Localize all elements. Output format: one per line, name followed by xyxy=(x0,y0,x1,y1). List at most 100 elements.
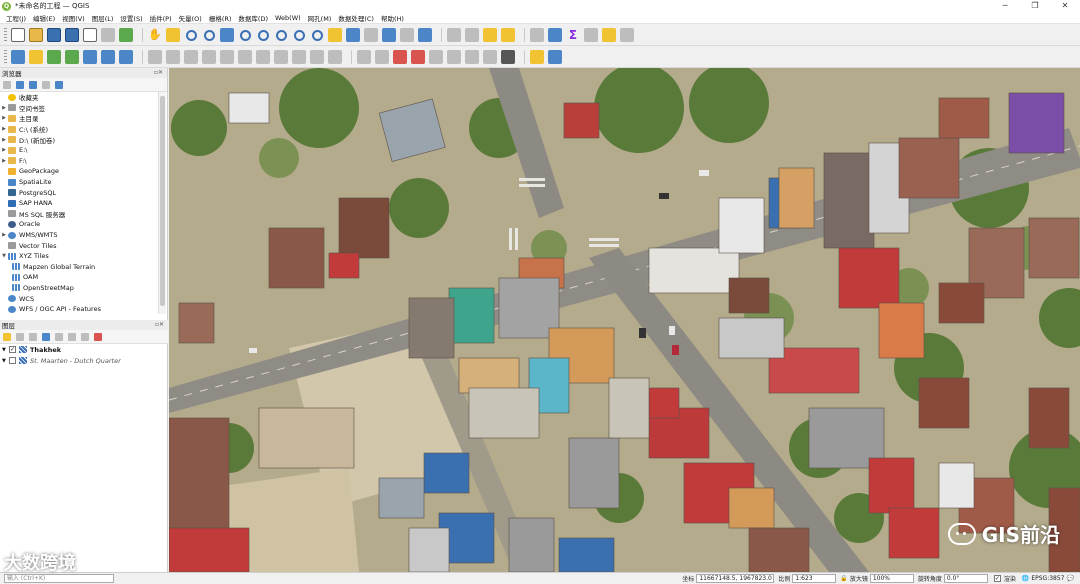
open-project-icon[interactable] xyxy=(29,27,43,42)
pan-to-selection-icon[interactable] xyxy=(166,27,180,42)
layer-visibility-checkbox[interactable]: ✓ xyxy=(9,346,16,353)
collapse-all-icon[interactable] xyxy=(81,332,89,341)
maximize-button[interactable]: ❐ xyxy=(1020,0,1050,12)
zoom-last-icon[interactable] xyxy=(294,29,305,41)
tree-item-postgresql[interactable]: PostgreSQL xyxy=(0,187,160,198)
browser-scrollbar[interactable] xyxy=(158,92,166,314)
copy-features-icon[interactable] xyxy=(274,49,288,64)
annotation-icon[interactable] xyxy=(620,27,634,42)
save-as-icon[interactable] xyxy=(65,27,79,42)
tree-item-openstreetmap[interactable]: OpenStreetMap xyxy=(0,283,160,294)
menu-view[interactable]: 视图(V) xyxy=(62,13,85,23)
tree-item-sap-hana[interactable]: SAP HANA xyxy=(0,198,160,209)
help-icon[interactable] xyxy=(548,49,562,64)
zoom-full-icon[interactable] xyxy=(220,27,234,42)
open-attribute-table-icon[interactable] xyxy=(530,27,544,42)
add-mesh-layer-icon[interactable] xyxy=(119,49,133,64)
tree-item-wcs[interactable]: WCS xyxy=(0,293,160,304)
tree-item-favorites[interactable]: 收藏夹 xyxy=(0,92,160,103)
expand-all-icon[interactable] xyxy=(68,332,76,341)
tree-item-vector-tiles[interactable]: Vector Tiles xyxy=(0,240,160,251)
collapse-arrow-icon[interactable]: ▼ xyxy=(2,358,9,364)
crs-globe-icon[interactable]: 🌐 xyxy=(1022,575,1029,582)
zoom-selection-icon[interactable] xyxy=(240,29,251,41)
select-by-value-icon[interactable] xyxy=(483,27,497,42)
layer-row-st-maarten[interactable]: ▼ St. Maarten - Dutch Quarter xyxy=(0,355,168,366)
filter-legend-icon[interactable] xyxy=(42,332,50,341)
zoom-native-icon[interactable] xyxy=(276,29,287,41)
tree-item-spatial-bookmarks[interactable]: ▶ 空间书签 xyxy=(0,103,160,114)
add-vector-layer-icon[interactable] xyxy=(47,49,61,64)
tree-item-home[interactable]: ▶ 主目录 xyxy=(0,113,160,124)
tree-item-xyz-tiles[interactable]: ▼ XYZ Tiles xyxy=(0,251,160,262)
tree-item-mapzen-terrain[interactable]: Mapzen Global Terrain xyxy=(0,262,160,273)
temporal-controller-icon[interactable] xyxy=(400,27,414,42)
collapse-arrow-icon[interactable]: ▼ xyxy=(0,253,8,259)
menu-plugins[interactable]: 插件(P) xyxy=(150,13,172,23)
menu-raster[interactable]: 栅格(R) xyxy=(209,13,232,23)
deselect-features-icon[interactable] xyxy=(501,27,515,42)
toolbar-grip-icon[interactable] xyxy=(4,27,7,42)
menu-edit[interactable]: 编辑(E) xyxy=(33,13,55,23)
label-highlight-icon[interactable] xyxy=(393,49,407,64)
python-console-icon[interactable] xyxy=(530,49,544,64)
properties-icon[interactable] xyxy=(55,80,63,89)
expand-arrow-icon[interactable]: ▶ xyxy=(0,147,8,153)
menu-project[interactable]: 工程(J) xyxy=(6,13,26,23)
identify-features-icon[interactable] xyxy=(447,27,461,42)
remove-layer-icon[interactable] xyxy=(94,332,102,341)
diagram-icon[interactable] xyxy=(483,49,497,64)
zoom-next-icon[interactable] xyxy=(312,29,323,41)
undo-icon[interactable] xyxy=(310,49,324,64)
tree-item-drive-d[interactable]: ▶ D:\ (新加卷) xyxy=(0,134,160,145)
new-3d-view-icon[interactable] xyxy=(346,27,360,42)
save-layer-edits-icon[interactable] xyxy=(184,49,198,64)
filter-icon[interactable] xyxy=(29,80,37,89)
tree-item-drive-e[interactable]: ▶ E:\ xyxy=(0,145,160,156)
menu-layer[interactable]: 图层(L) xyxy=(92,13,114,23)
rotation-field[interactable]: 0.0° xyxy=(943,574,988,583)
map-tips-icon[interactable] xyxy=(602,27,616,42)
toggle-editing-icon[interactable] xyxy=(166,49,180,64)
statistical-summary-icon[interactable]: Σ xyxy=(566,28,580,42)
data-source-manager-icon[interactable] xyxy=(11,49,25,64)
menu-processing[interactable]: 数据处理(C) xyxy=(338,13,374,23)
new-project-icon[interactable] xyxy=(11,27,25,42)
tree-item-drive-c[interactable]: ▶ C:\ (系统) xyxy=(0,124,160,135)
tree-item-wms-wmts[interactable]: ▶ WMS/WMTS xyxy=(0,230,160,241)
layer-row-thakhek[interactable]: ▼ ✓ Thakhek xyxy=(0,344,168,355)
panel-controls-icon[interactable]: ▫✕ xyxy=(154,69,163,76)
expand-arrow-icon[interactable]: ▶ xyxy=(0,137,8,143)
zoom-out-icon[interactable] xyxy=(204,29,215,41)
crs-value[interactable]: EPSG:3857 xyxy=(1031,575,1064,582)
render-checkbox[interactable]: ✓ xyxy=(993,575,1001,582)
tree-item-oam[interactable]: OAM xyxy=(0,272,160,283)
cut-features-icon[interactable] xyxy=(256,49,270,64)
tree-item-geopackage[interactable]: GeoPackage xyxy=(0,166,160,177)
tree-item-spatialite[interactable]: SpatiaLite xyxy=(0,177,160,188)
map-canvas[interactable]: GIS前沿 xyxy=(169,68,1080,572)
pan-hand-icon[interactable]: ✋ xyxy=(148,28,162,42)
vertex-tool-icon[interactable] xyxy=(220,49,234,64)
refresh-icon[interactable] xyxy=(16,80,24,89)
add-wfs-layer-icon[interactable] xyxy=(101,49,115,64)
expand-arrow-icon[interactable]: ▶ xyxy=(0,232,8,238)
label-rotate-icon[interactable] xyxy=(447,49,461,64)
tree-item-drive-f[interactable]: ▶ F:\ xyxy=(0,156,160,167)
menu-settings[interactable]: 设置(S) xyxy=(120,13,142,23)
save-project-icon[interactable] xyxy=(47,27,61,42)
delete-selected-icon[interactable] xyxy=(238,49,252,64)
menu-mesh[interactable]: 网孔(M) xyxy=(308,13,332,23)
expand-arrow-icon[interactable]: ▶ xyxy=(0,115,8,121)
label-toolbar-icon[interactable] xyxy=(357,49,371,64)
tree-item-mssql[interactable]: MS SQL 服务器 xyxy=(0,209,160,220)
add-feature-icon[interactable] xyxy=(202,49,216,64)
bookmark-icon[interactable] xyxy=(364,27,378,42)
quickmapservices-icon[interactable] xyxy=(501,49,515,64)
label-change-icon[interactable] xyxy=(465,49,479,64)
tree-item-oracle[interactable]: Oracle xyxy=(0,219,160,230)
menu-web[interactable]: Web(W) xyxy=(275,14,301,22)
paste-features-icon[interactable] xyxy=(292,49,306,64)
collapse-arrow-icon[interactable]: ▼ xyxy=(2,347,9,353)
scrollbar-thumb[interactable] xyxy=(160,96,165,306)
